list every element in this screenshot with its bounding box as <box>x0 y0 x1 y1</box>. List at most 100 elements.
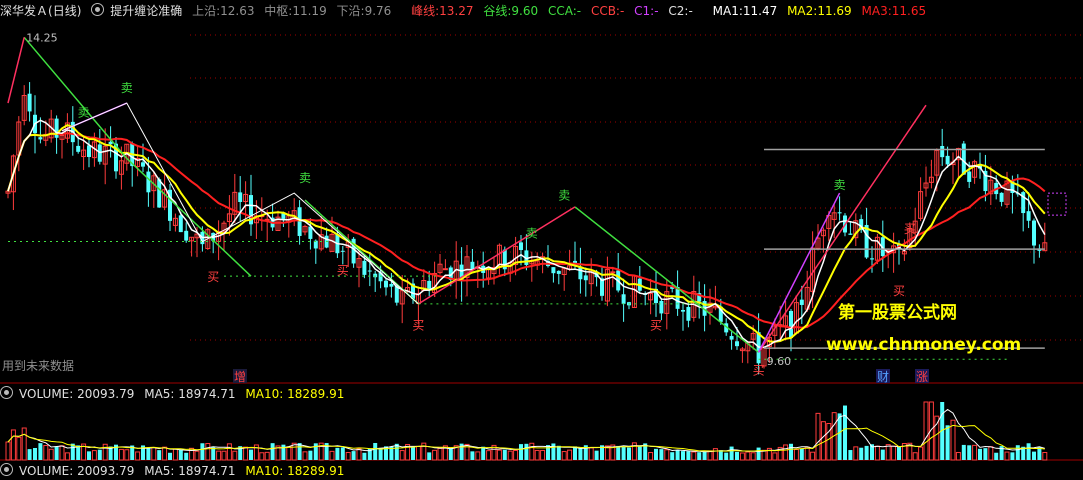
volume-bar <box>945 425 950 460</box>
candle-body <box>675 287 680 309</box>
volume-bar <box>97 449 102 460</box>
volume-bar <box>221 450 227 461</box>
volume-bar <box>691 451 697 461</box>
volume-bar <box>874 445 880 461</box>
volume-bar <box>815 412 821 461</box>
volume-bar <box>10 429 16 461</box>
volume-bar <box>702 451 707 460</box>
volume-bar <box>378 447 383 460</box>
volume-value: VOLUME: 20093.79 <box>19 464 135 478</box>
candle-body <box>870 258 874 260</box>
volume-bar <box>826 423 832 461</box>
volume-bar <box>772 452 778 461</box>
volume-bar <box>340 447 345 460</box>
buy-marker: 买 <box>650 319 662 333</box>
volume-bar <box>76 445 81 460</box>
volume-bar <box>249 449 253 460</box>
candle-body <box>610 271 616 274</box>
volume-bar <box>157 450 162 460</box>
volume-bar <box>448 447 453 460</box>
volume-bar <box>799 448 804 460</box>
high-price-label: 14.25 <box>26 31 58 44</box>
volume-bar <box>837 413 842 460</box>
volume-bar <box>729 446 734 460</box>
volume-header: VOLUME: 20093.79 MA5: 18974.71 MA10: 182… <box>0 385 350 403</box>
volume-value: VOLUME: 20093.79 <box>19 387 135 401</box>
candle-body <box>556 270 561 274</box>
volume-bar <box>162 446 168 461</box>
volume-bar <box>654 448 658 460</box>
volume-bar <box>983 448 988 460</box>
volume-bar <box>820 421 826 461</box>
volume-bar <box>519 444 523 460</box>
candle-body <box>178 215 183 233</box>
candle-body <box>551 267 556 274</box>
sell-marker: 卖 <box>526 227 538 241</box>
volume-bar <box>226 443 232 461</box>
volume-bar <box>994 452 999 460</box>
buy-marker: 买 <box>207 270 219 284</box>
candle-body <box>367 270 372 272</box>
volume-bar <box>955 451 961 461</box>
volume-bar <box>540 449 546 461</box>
low-price-label: 9.60 <box>767 355 792 368</box>
volume-bar <box>1037 447 1042 460</box>
mid-value: 中枢:11.19 <box>264 4 327 18</box>
volume-bar <box>616 445 621 460</box>
volume-bar <box>972 444 978 461</box>
volume-bar <box>793 449 799 461</box>
volume-bar <box>415 445 421 461</box>
volume-bar <box>967 445 972 460</box>
settings-icon[interactable] <box>0 386 13 399</box>
volume-bar <box>573 446 577 460</box>
volume-bar <box>756 447 761 460</box>
volume-bar <box>91 450 97 461</box>
settings-icon[interactable] <box>91 3 105 16</box>
volume-bar <box>670 452 675 460</box>
volume-bar <box>151 447 157 461</box>
volume-bar <box>810 451 816 461</box>
sell-marker: 卖 <box>558 188 570 202</box>
volume-bar <box>859 447 864 460</box>
volume-header-duplicate: VOLUME: 20093.79 MA5: 18974.71 MA10: 182… <box>0 462 350 480</box>
volume-bar <box>286 446 292 461</box>
candle-body <box>999 192 1004 202</box>
volume-bar <box>556 445 561 460</box>
increase-marker: 增 <box>234 370 246 384</box>
volume-bar <box>739 452 745 461</box>
volume-bar <box>961 444 966 460</box>
volume-bar <box>102 443 108 461</box>
volume-bar <box>48 448 54 461</box>
period-label[interactable]: (日线) <box>48 4 81 18</box>
indicator-name[interactable]: 提升缠论准确 <box>110 4 182 18</box>
volume-bar <box>1042 451 1048 461</box>
indicator-header: 深华发Ａ(日线) 提升缠论准确 上沿:12.63 中枢:11.19 下沿:9.7… <box>0 2 932 20</box>
volume-bar <box>735 451 739 460</box>
volume-bar <box>38 443 43 460</box>
volume-bar <box>329 450 335 461</box>
volume-bar <box>1032 451 1036 460</box>
volume-bar <box>675 449 680 460</box>
candle-body <box>87 145 91 157</box>
volume-ma10: MA10: 18289.91 <box>245 464 345 478</box>
volume-bar <box>648 452 654 461</box>
lower-value: 下沿:9.76 <box>336 4 392 18</box>
candle-body <box>373 273 378 278</box>
volume-bar <box>481 446 486 460</box>
volume-bar <box>308 450 313 460</box>
volume-bar <box>264 451 270 461</box>
settings-icon[interactable] <box>0 463 13 476</box>
stock-name[interactable]: 深华发Ａ <box>0 4 48 18</box>
volume-bar <box>335 447 340 460</box>
volume-bar <box>885 444 891 461</box>
volume-bar <box>59 445 65 461</box>
volume-bar <box>216 450 222 461</box>
volume-bar <box>502 449 507 460</box>
volume-bar <box>243 446 249 461</box>
volume-bar <box>686 451 691 460</box>
candle-body <box>837 212 842 214</box>
volume-bar <box>427 452 432 460</box>
volume-bar <box>988 446 994 461</box>
volume-bar <box>64 452 70 461</box>
volume-ma10: MA10: 18289.91 <box>245 387 345 401</box>
